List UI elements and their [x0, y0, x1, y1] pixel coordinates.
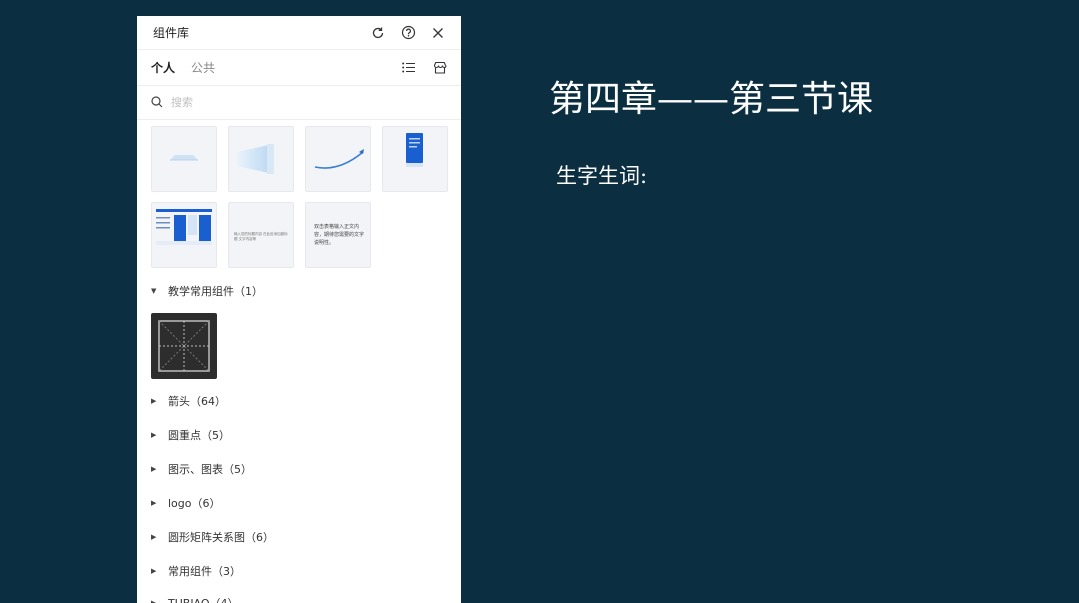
panel-title: 组件库	[153, 26, 190, 40]
component-thumbnail[interactable]: 输入您的标题内容 在此处添加副标题 文字内容等	[228, 202, 294, 268]
thumbnail-text: 输入您的标题内容 在此处添加副标题 文字内容等	[234, 232, 288, 241]
section-arrows[interactable]: ▶ 箭头（64）	[151, 393, 226, 409]
section-label: 教学常用组件（1）	[168, 285, 263, 298]
tab-actions	[399, 59, 449, 77]
section-label: 箭头（64）	[168, 395, 226, 408]
component-thumbnail-grid: 输入您的标题内容 在此处添加副标题 文字内容等 双击表格输入正文内容，期待您需要…	[151, 126, 451, 268]
section-circle-matrix[interactable]: ▶ 圆形矩阵关系图（6）	[151, 529, 274, 545]
component-thumbnail[interactable]	[151, 126, 217, 192]
caret-right-icon: ▶	[151, 465, 157, 473]
section-label: 常用组件（3）	[168, 565, 241, 578]
section-teaching-components[interactable]: ▼ 教学常用组件（1）	[151, 283, 263, 299]
component-thumbnail[interactable]	[305, 126, 371, 192]
section-label: logo（6）	[168, 497, 221, 510]
slide-subtitle: 生字生词:	[556, 164, 648, 188]
component-thumbnail[interactable]	[382, 126, 448, 192]
caret-right-icon: ▶	[151, 499, 157, 507]
list-icon[interactable]	[399, 59, 417, 77]
section-logo[interactable]: ▶ logo（6）	[151, 495, 221, 511]
search-input[interactable]	[169, 95, 423, 110]
section-label: 圆重点（5）	[168, 429, 230, 442]
header-actions	[369, 24, 447, 42]
panel-header: 组件库	[137, 16, 461, 50]
close-icon[interactable]	[429, 24, 447, 42]
caret-right-icon: ▶	[151, 397, 157, 405]
section-label: 圆形矩阵关系图（6）	[168, 531, 274, 544]
store-icon[interactable]	[431, 59, 449, 77]
section-circle-points[interactable]: ▶ 圆重点（5）	[151, 427, 230, 443]
tabs-row: 个人 公共	[137, 50, 461, 86]
search-bar	[137, 86, 461, 120]
component-library-panel: 组件库 个人 公共 搜索 输入您的标题内容 在此处添加副标题 文字内容等 双击表…	[137, 16, 461, 603]
component-thumbnail[interactable]	[151, 202, 217, 268]
caret-right-icon: ▶	[151, 599, 157, 603]
caret-down-icon: ▼	[151, 287, 157, 295]
thumbnail-text: 双击表格输入正文内容，期待您需要的文字说明性。	[314, 224, 365, 246]
section-common-components[interactable]: ▶ 常用组件（3）	[151, 563, 241, 579]
caret-right-icon: ▶	[151, 567, 157, 575]
tab-public[interactable]: 公共	[191, 59, 215, 76]
refresh-icon[interactable]	[369, 24, 387, 42]
section-diagrams-charts[interactable]: ▶ 图示、图表（5）	[151, 461, 252, 477]
tab-personal[interactable]: 个人	[151, 59, 175, 76]
tabs: 个人 公共	[151, 59, 215, 76]
slide-title: 第四章——第三节课	[549, 79, 874, 120]
tian-grid-thumbnail[interactable]	[151, 313, 217, 379]
caret-right-icon: ▶	[151, 431, 157, 439]
section-tubiao[interactable]: ▶ TUBIAO（4）	[151, 595, 239, 603]
search-icon	[151, 93, 163, 112]
section-label: TUBIAO（4）	[168, 595, 239, 603]
caret-right-icon: ▶	[151, 533, 157, 541]
component-thumbnail[interactable]: 双击表格输入正文内容，期待您需要的文字说明性。	[305, 202, 371, 268]
help-icon[interactable]	[399, 24, 417, 42]
component-thumbnail[interactable]	[228, 126, 294, 192]
section-label: 图示、图表（5）	[168, 463, 252, 476]
